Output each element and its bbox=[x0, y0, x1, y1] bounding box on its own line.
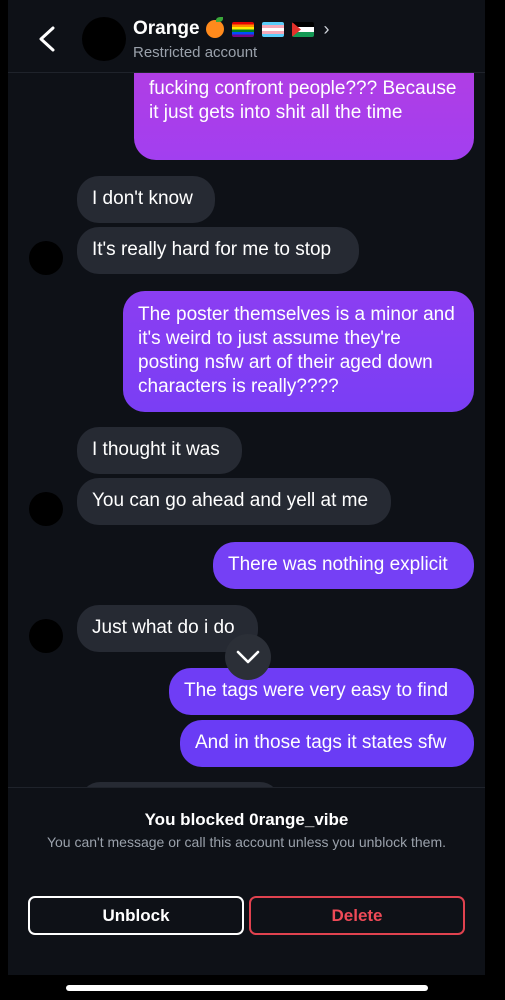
chevron-down-icon bbox=[236, 650, 260, 664]
sender-avatar[interactable] bbox=[29, 492, 63, 526]
message-bubble-incoming[interactable]: You can go ahead and yell at me bbox=[77, 478, 391, 525]
message-bubble-outgoing[interactable]: The tags were very easy to find bbox=[169, 668, 474, 715]
message-bubble-incoming[interactable]: I don't know bbox=[77, 176, 215, 223]
message-text: The tags were very easy to find bbox=[184, 680, 449, 701]
blocked-description: You can't message or call this account u… bbox=[46, 834, 447, 850]
message-text: fucking confront people??? Because it ju… bbox=[149, 78, 457, 123]
scroll-to-bottom-button[interactable] bbox=[225, 634, 271, 680]
blocked-banner: You blocked 0range_vibe You can't messag… bbox=[8, 787, 485, 975]
message-text: The poster themselves is a minor and it'… bbox=[138, 304, 455, 397]
message-text: I don't know bbox=[92, 188, 193, 209]
transgender-flag-icon bbox=[261, 21, 284, 37]
message-bubble-incoming[interactable]: It's really hard for me to stop bbox=[77, 227, 359, 274]
message-text: Just what do i do bbox=[92, 617, 235, 638]
orange-emoji-icon bbox=[205, 17, 224, 38]
contact-title[interactable]: Orange › bbox=[133, 17, 330, 40]
message-text: You can go ahead and yell at me bbox=[92, 490, 369, 511]
home-indicator[interactable] bbox=[66, 985, 428, 991]
chat-header: Orange › Restricted account bbox=[8, 0, 485, 73]
unblock-button[interactable]: Unblock bbox=[28, 896, 244, 935]
rainbow-flag-icon bbox=[231, 21, 254, 37]
blocked-title: You blocked 0range_vibe bbox=[144, 810, 349, 829]
message-text: I thought it was bbox=[92, 439, 220, 460]
chat-screen: fucking confront people??? Because it ju… bbox=[8, 0, 485, 975]
message-bubble-incoming[interactable]: I thought it was bbox=[77, 427, 242, 474]
sender-avatar[interactable] bbox=[29, 619, 63, 653]
message-text: It's really hard for me to stop bbox=[92, 239, 332, 260]
chevron-right-icon: › bbox=[323, 18, 330, 39]
message-bubble-outgoing[interactable]: And in those tags it states sfw bbox=[180, 720, 474, 767]
delete-button[interactable]: Delete bbox=[249, 896, 465, 935]
message-bubble-outgoing[interactable]: The poster themselves is a minor and it'… bbox=[123, 291, 474, 412]
message-bubble-outgoing[interactable]: There was nothing explicit bbox=[213, 542, 474, 589]
message-text: And in those tags it states sfw bbox=[195, 732, 447, 753]
contact-name: Orange bbox=[133, 18, 200, 39]
message-text: There was nothing explicit bbox=[228, 554, 448, 575]
palestine-flag-icon bbox=[291, 21, 314, 37]
sender-avatar[interactable] bbox=[29, 241, 63, 275]
contact-avatar[interactable] bbox=[82, 17, 126, 61]
account-status: Restricted account bbox=[133, 44, 258, 61]
back-arrow-icon[interactable] bbox=[38, 26, 56, 52]
